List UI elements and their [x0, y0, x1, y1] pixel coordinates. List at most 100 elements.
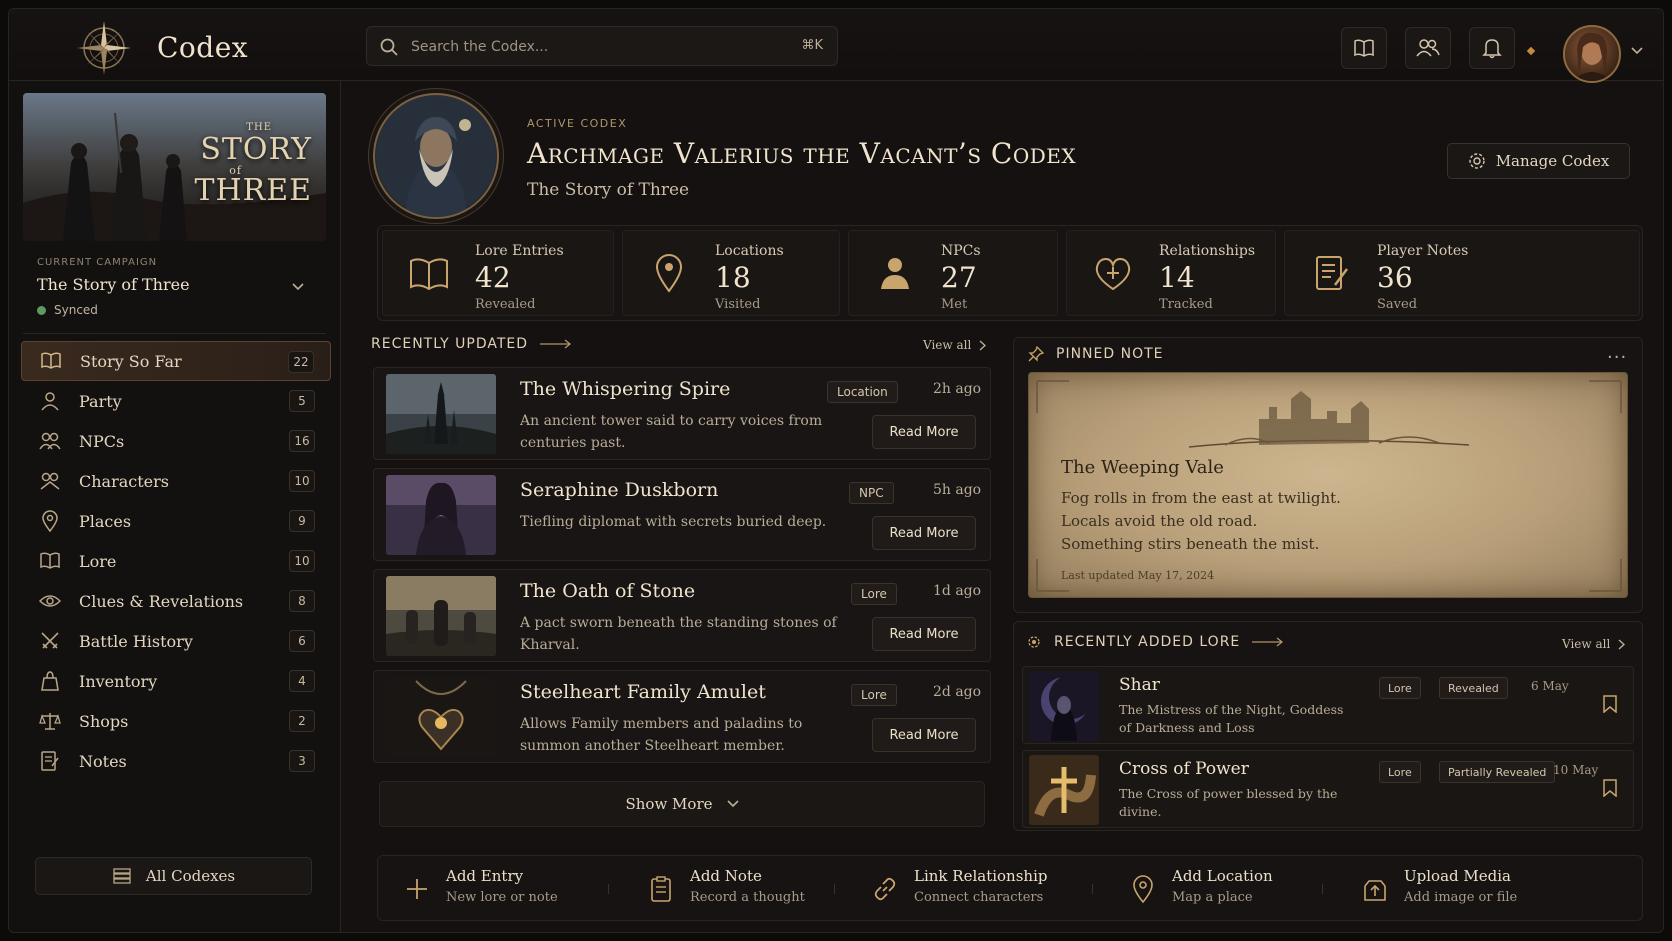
sidebar-item-label: Notes	[79, 751, 127, 771]
item-time: 2d ago	[933, 684, 982, 700]
section-title: RECENTLY ADDED LORE	[1054, 634, 1241, 650]
manage-codex-button[interactable]: Manage Codex	[1447, 143, 1630, 179]
bookmark-icon[interactable]	[1603, 779, 1617, 797]
item-title: The Oath of Stone	[520, 580, 696, 602]
more-options-icon[interactable]: ···	[1607, 347, 1627, 368]
recently-updated-view-all[interactable]: View all	[923, 338, 987, 352]
user-avatar[interactable]	[1563, 25, 1621, 83]
recently-added-lore-view-all[interactable]: View all	[1562, 637, 1626, 651]
stat-label: NPCs	[941, 243, 981, 259]
stat-sub: Saved	[1377, 297, 1418, 312]
sidebar-item-shops[interactable]: Shops 2	[21, 701, 331, 741]
stat-value: 18	[715, 261, 751, 294]
page-subtitle: The Story of Three	[527, 180, 690, 200]
add-location-button[interactable]: Add Location Map a place	[1128, 856, 1318, 920]
item-tag: NPC	[849, 482, 894, 504]
sidebar-item-notes[interactable]: Notes 3	[21, 741, 331, 781]
sidebar-item-story-so-far[interactable]: Story So Far 22	[21, 341, 331, 381]
sidebar-item-label: Lore	[79, 551, 117, 571]
sidebar-item-inventory[interactable]: Inventory 4	[21, 661, 331, 701]
sidebar-item-characters[interactable]: Characters 10	[21, 461, 331, 501]
codex-portrait	[373, 93, 499, 219]
list-item[interactable]: Steelheart Family Amulet Allows Family m…	[373, 670, 991, 763]
action-sub: Map a place	[1172, 890, 1253, 905]
action-title: Upload Media	[1404, 867, 1511, 885]
stat-value: 14	[1159, 261, 1195, 294]
top-bar: Codex ⌘K	[9, 9, 1663, 83]
list-item[interactable]: Seraphine Duskborn Tiefling diplomat wit…	[373, 468, 991, 561]
link-icon	[874, 877, 896, 901]
sidebar-item-count: 4	[289, 670, 315, 692]
sidebar-item-count: 2	[289, 710, 315, 732]
lore-date: 6 May	[1531, 679, 1569, 693]
note-icon	[39, 750, 61, 772]
sidebar-item-party[interactable]: Party 5	[21, 381, 331, 421]
list-item[interactable]: Shar The Mistress of the Night, Goddess …	[1022, 666, 1634, 744]
tiefling-thumbnail	[386, 475, 496, 555]
pinned-note-body: Fog rolls in from the east at twilight. …	[1061, 487, 1341, 556]
stat-sub: Tracked	[1159, 297, 1213, 312]
active-codex-label: ACTIVE CODEX	[527, 117, 628, 130]
castle-sketch-icon	[1036, 380, 1622, 592]
sidebar-item-clues[interactable]: Clues & Revelations 8	[21, 581, 331, 621]
party-button[interactable]	[1405, 27, 1451, 69]
bell-icon	[1482, 39, 1502, 59]
sidebar-item-lore[interactable]: Lore 10	[21, 541, 331, 581]
stat-locations[interactable]: Locations 18 Visited	[622, 230, 840, 316]
map-pin-icon	[1133, 875, 1153, 904]
show-more-button[interactable]: Show More	[379, 781, 985, 827]
stat-lore-entries[interactable]: Lore Entries 42 Revealed	[382, 230, 614, 316]
search-bar[interactable]: ⌘K	[366, 26, 838, 66]
pinned-note-updated: Last updated May 17, 2024	[1061, 569, 1215, 582]
sidebar-item-npcs[interactable]: NPCs 16	[21, 421, 331, 461]
notifications-button[interactable]	[1469, 27, 1515, 69]
notification-dot	[1526, 46, 1536, 56]
list-item[interactable]: The Whispering Spire An ancient tower sa…	[373, 367, 991, 460]
stat-value: 36	[1377, 261, 1413, 294]
chevron-down-icon[interactable]	[1631, 47, 1643, 55]
stat-sub: Visited	[715, 297, 761, 312]
pinned-note-line: Something stirs beneath the mist.	[1061, 535, 1320, 553]
read-more-button[interactable]: Read More	[872, 516, 976, 550]
show-more-label: Show More	[625, 795, 713, 813]
add-entry-button[interactable]: Add Entry New lore or note	[402, 856, 602, 920]
sidebar-item-count: 16	[289, 430, 315, 452]
list-item[interactable]: The Oath of Stone A pact sworn beneath t…	[373, 569, 991, 662]
open-book-icon	[410, 258, 448, 291]
search-shortcut: ⌘K	[801, 38, 823, 53]
people-icon	[1416, 39, 1440, 57]
chevron-right-icon	[979, 339, 987, 351]
all-codexes-button[interactable]: All Codexes	[35, 857, 312, 895]
codex-book-button[interactable]	[1341, 27, 1387, 69]
sidebar-item-count: 6	[289, 630, 315, 652]
sidebar-item-count: 22	[288, 351, 314, 373]
stat-value: 42	[475, 261, 511, 294]
book-icon	[1354, 39, 1374, 57]
campaign-selector[interactable]: The Story of Three	[37, 275, 190, 294]
pinned-note-title: The Weeping Vale	[1061, 457, 1224, 478]
note-pen-icon	[1316, 256, 1348, 290]
read-more-button[interactable]: Read More	[872, 617, 976, 651]
clipboard-icon	[651, 876, 671, 902]
search-input[interactable]	[411, 36, 751, 58]
amulet-thumbnail	[386, 677, 496, 757]
list-item[interactable]: Cross of Power The Cross of power blesse…	[1022, 750, 1634, 828]
sidebar-item-battle-history[interactable]: Battle History 6	[21, 621, 331, 661]
stat-relationships[interactable]: Relationships 14 Tracked	[1066, 230, 1276, 316]
stat-label: Relationships	[1159, 243, 1256, 259]
add-note-button[interactable]: Add Note Record a thought	[646, 856, 836, 920]
read-more-button[interactable]: Read More	[872, 415, 976, 449]
stat-label: Lore Entries	[475, 243, 564, 259]
plus-icon	[407, 879, 427, 899]
read-more-button[interactable]: Read More	[872, 718, 976, 752]
view-all-label: View all	[923, 338, 972, 352]
chevron-down-icon[interactable]	[292, 283, 304, 291]
upload-media-button[interactable]: Upload Media Add image or file	[1360, 856, 1560, 920]
bookmark-icon[interactable]	[1603, 695, 1617, 713]
stat-player-notes[interactable]: Player Notes 36 Saved	[1284, 230, 1640, 316]
pinned-note-card[interactable]: The Weeping Vale Fog rolls in from the e…	[1028, 372, 1628, 598]
sidebar-item-places[interactable]: Places 9	[21, 501, 331, 541]
stat-npcs[interactable]: NPCs 27 Met	[848, 230, 1058, 316]
divider	[1322, 884, 1323, 894]
link-relationship-button[interactable]: Link Relationship Connect characters	[870, 856, 1080, 920]
